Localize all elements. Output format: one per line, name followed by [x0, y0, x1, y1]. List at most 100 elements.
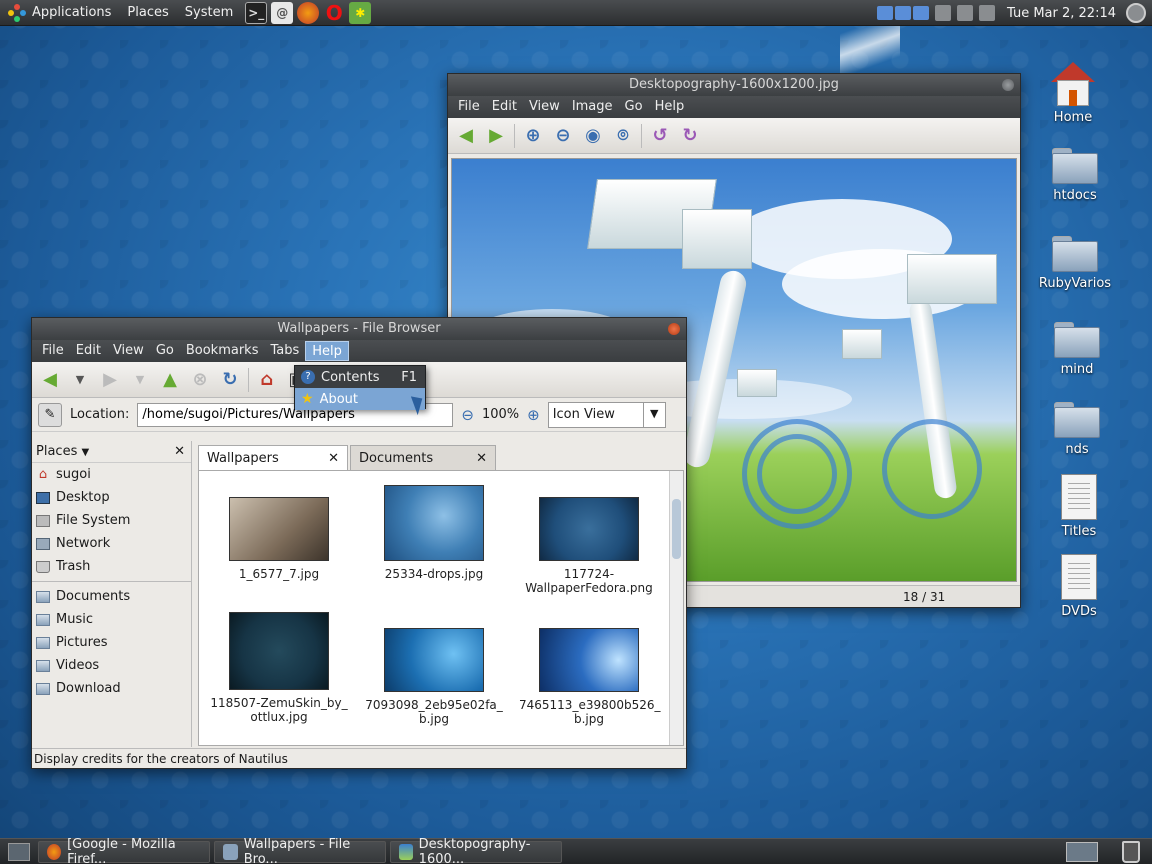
- sidebar-item-pictures[interactable]: Pictures: [32, 631, 191, 654]
- file-name: 25334-drops.jpg: [384, 567, 484, 581]
- sidebar-item-download[interactable]: Download: [32, 677, 191, 700]
- forward-history-chevron-down-icon[interactable]: ▼: [128, 368, 152, 392]
- zoom-in-icon[interactable]: ⊕: [527, 406, 540, 424]
- close-icon[interactable]: [1002, 79, 1014, 91]
- menu-edit[interactable]: Edit: [70, 341, 107, 361]
- zoom-normal-icon[interactable]: ◉: [581, 124, 605, 148]
- zoom-out-icon[interactable]: ⊖: [551, 124, 575, 148]
- up-icon[interactable]: ▲: [158, 368, 182, 392]
- close-sidebar-icon[interactable]: ✕: [174, 444, 185, 459]
- reload-icon[interactable]: ↻: [218, 368, 242, 392]
- desktop-icon-dvds[interactable]: DVDs: [1039, 554, 1119, 619]
- menu-image[interactable]: Image: [566, 97, 619, 117]
- zoom-in-icon[interactable]: ⊕: [521, 124, 545, 148]
- tab-wallpapers[interactable]: Wallpapers ✕: [198, 445, 348, 471]
- applications-menu[interactable]: Applications: [0, 0, 119, 26]
- home-icon[interactable]: ⌂: [255, 368, 279, 392]
- image-viewer-titlebar[interactable]: Desktopography-1600x1200.jpg: [448, 74, 1020, 96]
- show-desktop-icon[interactable]: [8, 842, 30, 861]
- sidebar-item-sugoi[interactable]: ⌂ sugoi: [32, 463, 191, 486]
- sidebar-item-music[interactable]: Music: [32, 608, 191, 631]
- rotate-left-icon[interactable]: ↺: [648, 124, 672, 148]
- sidebar-item-trash[interactable]: Trash: [32, 555, 191, 578]
- back-icon[interactable]: ◀: [38, 368, 62, 392]
- clock[interactable]: Tue Mar 2, 22:14: [1007, 6, 1116, 21]
- menu-tabs[interactable]: Tabs: [264, 341, 305, 361]
- zoom-out-icon[interactable]: ⊖: [461, 406, 474, 424]
- rotate-right-icon[interactable]: ↻: [678, 124, 702, 148]
- menu-go[interactable]: Go: [150, 341, 180, 361]
- desktop-icon-mind[interactable]: mind: [1037, 322, 1117, 377]
- folder-icon: [1052, 236, 1098, 272]
- sidebar-item-file-system[interactable]: File System: [32, 509, 191, 532]
- previous-track-icon[interactable]: [877, 6, 893, 20]
- battery-icon[interactable]: [935, 5, 951, 21]
- system-menu[interactable]: System: [177, 0, 241, 26]
- menu-edit[interactable]: Edit: [486, 97, 523, 117]
- menu-file[interactable]: File: [36, 341, 70, 361]
- desktop-icon-htdocs[interactable]: htdocs: [1035, 148, 1115, 203]
- back-history-chevron-down-icon[interactable]: ▼: [68, 368, 92, 392]
- sidebar-item-desktop[interactable]: Desktop: [32, 486, 191, 509]
- vertical-scrollbar[interactable]: [669, 471, 683, 745]
- sidebar-item-network[interactable]: Network: [32, 532, 191, 555]
- next-image-icon[interactable]: ▶: [484, 124, 508, 148]
- places-menu[interactable]: Places: [119, 0, 176, 26]
- file-browser-titlebar[interactable]: Wallpapers - File Browser: [32, 318, 686, 340]
- app-launcher-icon[interactable]: ✱: [349, 1, 372, 24]
- file-item[interactable]: 1_6577_7.jpg: [209, 497, 349, 581]
- taskbar-item-image-viewer[interactable]: Desktopography-1600...: [390, 837, 562, 864]
- applications-label: Applications: [32, 5, 112, 20]
- home-icon: ⌂: [38, 466, 48, 482]
- mail-launcher-icon[interactable]: @: [271, 1, 294, 24]
- network-icon[interactable]: [957, 5, 973, 21]
- taskbar-item-firefox[interactable]: [Google - Mozilla Firef...: [38, 837, 210, 864]
- sidebar-item-videos[interactable]: Videos: [32, 654, 191, 677]
- power-icon[interactable]: [1126, 3, 1146, 23]
- close-tab-icon[interactable]: ✕: [476, 451, 487, 466]
- stop-icon[interactable]: ⊗: [188, 368, 212, 392]
- file-item[interactable]: 7093098_2eb95e02fa_ b.jpg: [364, 628, 504, 726]
- desktop-icon-titles[interactable]: Titles: [1039, 474, 1119, 539]
- workspace-switcher[interactable]: [1066, 842, 1098, 862]
- menu-view[interactable]: View: [107, 341, 150, 361]
- trash-icon[interactable]: [1122, 841, 1140, 863]
- file-item[interactable]: 118507-ZemuSkin_by_ ottlux.jpg: [209, 612, 349, 724]
- menu-item-about[interactable]: ★ About: [295, 388, 425, 410]
- drive-icon: [36, 514, 50, 527]
- menu-item-contents[interactable]: ? Contents F1: [295, 366, 425, 388]
- zoom-fit-icon[interactable]: ⌾: [611, 124, 635, 148]
- file-item[interactable]: 7465113_e39800b526_ b.jpg: [519, 628, 661, 726]
- toggle-location-edit-icon[interactable]: ✎: [38, 402, 62, 427]
- menu-go[interactable]: Go: [619, 97, 649, 117]
- close-icon[interactable]: [668, 323, 680, 335]
- desktop-icon-nds[interactable]: nds: [1037, 402, 1117, 457]
- next-track-icon[interactable]: [913, 6, 929, 20]
- terminal-launcher-icon[interactable]: >_: [245, 1, 268, 24]
- taskbar-item-file-browser[interactable]: Wallpapers - File Bro...: [214, 837, 386, 864]
- desktop-icon-label: mind: [1060, 362, 1094, 377]
- tab-documents[interactable]: Documents ✕: [350, 445, 496, 471]
- desktop-icon-home[interactable]: Home: [1033, 62, 1113, 125]
- menu-help[interactable]: Help: [649, 97, 691, 117]
- view-mode-select[interactable]: Icon View ▼: [547, 401, 666, 428]
- volume-icon[interactable]: [979, 5, 995, 21]
- previous-image-icon[interactable]: ◀: [454, 124, 478, 148]
- menu-view[interactable]: View: [523, 97, 566, 117]
- firefox-launcher-icon[interactable]: [297, 1, 320, 24]
- image-thumbnail: [384, 485, 484, 561]
- menu-help[interactable]: Help: [305, 341, 349, 361]
- desktop-icon-rubyvarios[interactable]: RubyVarios: [1035, 236, 1115, 291]
- opera-launcher-icon[interactable]: O: [323, 1, 345, 25]
- menu-file[interactable]: File: [452, 97, 486, 117]
- menu-bookmarks[interactable]: Bookmarks: [180, 341, 265, 361]
- pause-icon[interactable]: [895, 6, 911, 20]
- file-item[interactable]: 25334-drops.jpg: [364, 485, 504, 581]
- sidebar-item-documents[interactable]: Documents: [32, 585, 191, 608]
- sidebar-header[interactable]: Places ▼ ✕: [32, 441, 191, 463]
- file-item[interactable]: 117724- WallpaperFedora.png: [519, 497, 659, 595]
- forward-icon[interactable]: ▶: [98, 368, 122, 392]
- file-icon-view[interactable]: 1_6577_7.jpg 25334-drops.jpg 117724- Wal…: [198, 470, 684, 746]
- scrollbar-thumb[interactable]: [672, 499, 681, 559]
- close-tab-icon[interactable]: ✕: [328, 451, 339, 466]
